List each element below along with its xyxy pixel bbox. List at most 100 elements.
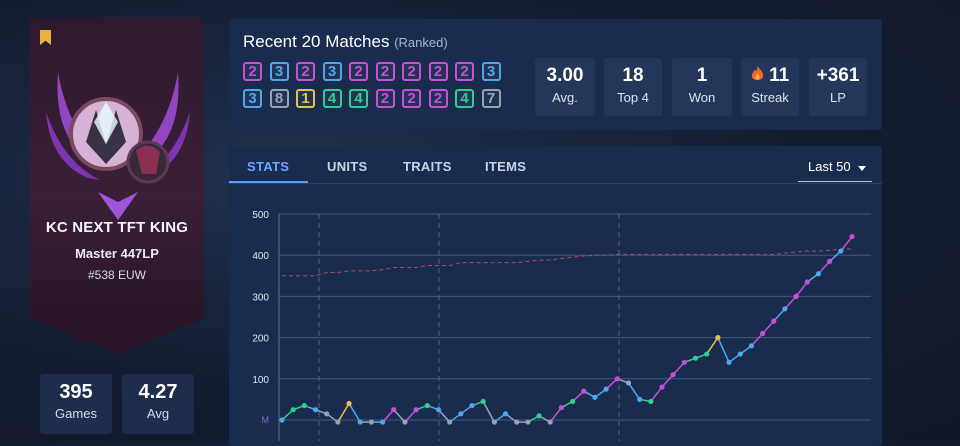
data-point[interactable] [312,407,319,413]
data-point[interactable] [480,398,486,405]
data-point[interactable] [581,388,587,394]
placement-badge[interactable]: 8 [269,89,289,108]
data-point[interactable] [804,279,810,285]
data-point[interactable] [637,396,643,402]
games-stat: 395 Games [40,374,112,434]
data-point[interactable] [279,417,285,423]
data-point[interactable] [469,402,475,409]
data-point[interactable] [849,234,855,240]
placement-badge[interactable]: 2 [402,62,421,81]
placement-badge[interactable]: 2 [428,62,448,81]
streak-stat: 11 Streak [741,58,799,116]
streak-value-row: 11 [741,65,799,87]
data-point[interactable] [759,330,766,337]
stat-label: Streak [751,90,789,105]
series-segment [717,337,730,363]
data-point[interactable] [379,419,386,425]
top4-stat: 18 Top 4 [604,58,662,116]
data-point[interactable] [413,407,419,413]
stat-label: Top 4 [617,90,649,105]
data-point[interactable] [827,258,833,264]
won-stat: 1 Won [672,58,732,116]
data-point[interactable] [793,293,799,299]
data-point[interactable] [670,372,676,378]
lp-stat: +361 LP [809,58,867,116]
avg-value: 4.27 [138,381,178,403]
data-point[interactable] [748,343,755,349]
placement-badge[interactable]: 3 [243,89,262,108]
placement-badge[interactable]: 2 [375,62,395,81]
data-point[interactable] [704,351,710,357]
avg-placement-stat: 3.00 Avg. [535,58,595,116]
placement-badge[interactable]: 3 [322,62,342,81]
placement-badge[interactable]: 7 [481,89,501,108]
data-point[interactable] [625,380,632,386]
series-segment [348,403,361,423]
data-point[interactable] [424,402,430,409]
data-point[interactable] [592,394,598,400]
placement-badge[interactable]: 3 [481,62,501,81]
data-point[interactable] [525,419,531,425]
data-point[interactable] [603,386,609,392]
y-tick-label: 100 [252,375,269,386]
placement-badge[interactable]: 2 [402,89,421,108]
data-point[interactable] [391,407,397,413]
data-point[interactable] [547,419,553,425]
data-point[interactable] [782,306,788,312]
placement-badge[interactable]: 2 [296,62,315,81]
placement-badge[interactable]: 2 [349,62,368,81]
placement-badge[interactable]: 4 [349,89,368,108]
data-point[interactable] [726,359,732,365]
data-point[interactable] [659,384,665,390]
data-point[interactable] [569,398,576,405]
data-point[interactable] [368,419,375,425]
data-point[interactable] [290,407,296,413]
data-point[interactable] [514,419,520,425]
data-point[interactable] [346,400,352,407]
placement-badge[interactable]: 2 [243,62,262,81]
recent-title-text: Recent 20 Matches [243,32,390,51]
ladder-rank: #538 EUW [87,268,147,282]
series-segment [706,337,719,355]
placement-badge[interactable]: 4 [322,89,342,108]
data-point[interactable] [324,411,330,417]
placement-badge[interactable]: 4 [455,89,474,108]
stat-value: 18 [622,65,644,86]
placement-badge[interactable]: 2 [375,89,395,108]
range-dropdown[interactable]: Last 50 [798,155,872,182]
data-point[interactable] [357,419,363,425]
data-point[interactable] [301,402,307,409]
data-point[interactable] [402,419,408,425]
data-point[interactable] [536,413,542,419]
data-point[interactable] [435,407,442,413]
data-point[interactable] [771,318,777,324]
tab-traits[interactable]: TRAITS [403,159,452,174]
data-point[interactable] [815,271,822,277]
series-segment [482,401,496,423]
tab-units[interactable]: UNITS [327,159,368,174]
stat-value: +361 [816,65,860,86]
data-point[interactable] [737,351,743,357]
placement-badge[interactable]: 2 [455,62,474,81]
tab-items[interactable]: ITEMS [485,159,526,174]
tab-stats[interactable]: STATS [247,159,289,174]
placement-badge[interactable]: 1 [296,89,315,108]
lp-history-chart: 500 400 300 200 100 M [252,210,871,441]
data-point[interactable] [648,398,654,405]
data-point[interactable] [458,411,464,417]
range-dropdown-value: Last 50 [808,159,851,174]
data-point[interactable] [335,419,341,425]
data-point[interactable] [614,376,620,382]
data-point[interactable] [692,355,699,361]
y-tick-label: 500 [252,210,269,221]
y-tick-label: 200 [252,334,269,345]
data-point[interactable] [715,335,721,341]
placement-badge[interactable]: 2 [428,89,448,108]
data-point[interactable] [491,419,497,425]
data-point[interactable] [502,411,509,417]
data-point[interactable] [838,248,844,254]
placement-badge[interactable]: 3 [269,62,289,81]
data-point[interactable] [681,359,687,365]
data-point[interactable] [447,419,453,425]
data-point[interactable] [558,405,565,411]
